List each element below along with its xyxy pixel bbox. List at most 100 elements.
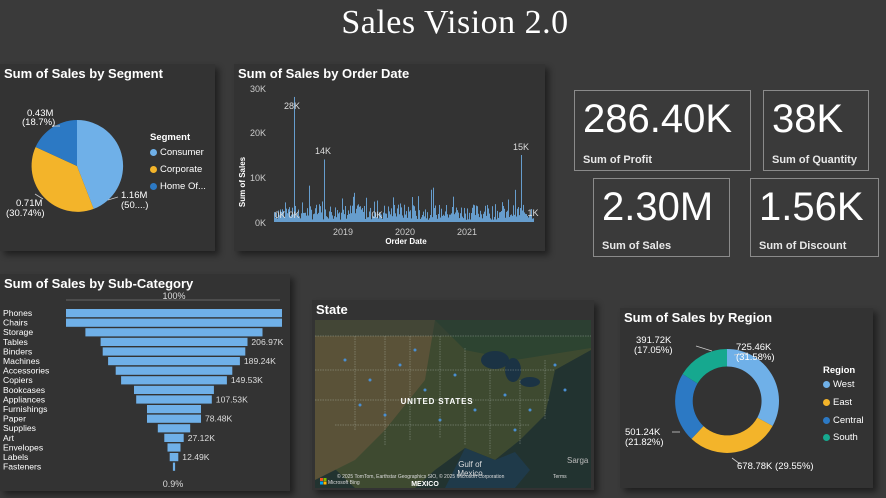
donut-slice-east [691,417,773,453]
legend-item-central[interactable]: Central [823,415,864,426]
region-label-east: 678.78K (29.55%) [737,461,814,472]
sales-column [494,216,495,222]
sales-column [411,218,412,222]
sales-column [423,211,424,222]
segment-card[interactable]: Sum of Sales by Segment 0.43M (18.7%) 0.… [0,64,215,251]
kpi-sales[interactable]: 2.30M Sum of Sales [593,178,730,257]
legend-item-west[interactable]: West [823,379,854,390]
funnel-category-label: Accessories [3,366,49,376]
sales-bars [274,96,534,222]
annotation-low2: 0K [288,210,299,220]
sales-column [481,214,482,222]
sales-column [328,218,329,222]
sales-column [516,216,517,222]
funnel-category-label: Tables [3,337,28,347]
sales-column [465,213,466,222]
dashboard-title: Sales Vision 2.0 [341,4,569,41]
funnel-value-label: 206.97K [251,337,283,347]
sales-column [350,205,351,222]
sales-column [313,214,314,222]
sales-column [466,219,467,222]
funnel-category-label: Paper [3,414,26,424]
annotation-peak3: 15K [513,142,529,152]
funnel-bar [164,433,184,442]
legend-item-consumer[interactable]: Consumer [150,147,204,158]
sales-column [488,208,489,222]
sales-column [323,219,324,222]
sales-column [351,213,352,222]
kpi-value: 286.40K [583,97,733,141]
legend-label: Home Of... [160,181,206,192]
funnel-value-label: 149.53K [231,375,263,385]
sales-column [314,213,315,222]
sales-column [426,218,427,222]
funnel-category-label: Storage [3,327,33,337]
sales-column [491,219,492,222]
legend-label: East [833,397,853,408]
sales-column [453,196,454,222]
sales-column [353,196,354,222]
sales-column [365,218,366,222]
sales-column [286,208,287,222]
sales-column [324,159,325,222]
sales-column [497,210,498,222]
sales-column [448,217,449,222]
sales-column [369,211,370,222]
funnel-top-label: 100% [162,291,185,301]
sales-column [301,213,302,222]
sales-column [409,211,410,222]
sales-column [470,219,471,222]
subcategory-card[interactable]: Sum of Sales by Sub-Category 100% 0.9% P… [0,274,290,491]
sales-column [338,213,339,222]
funnel-category-label: Supplies [3,423,36,433]
sales-column [434,208,435,222]
sales-column [337,210,338,222]
sales-column [478,213,479,222]
sales-column [405,214,406,222]
sales-column [319,204,320,222]
annotation-low1: 0K [274,210,285,220]
kpi-quantity[interactable]: 38K Sum of Quantity [763,90,869,171]
sales-column [400,203,401,222]
sales-column [485,205,486,222]
sales-column [325,209,326,222]
sales-column [361,209,362,222]
kpi-label: Sum of Profit [583,154,653,166]
sales-column [463,218,464,222]
sales-column [442,215,443,222]
legend-item-homeoffice[interactable]: Home Of... [150,181,206,192]
region-card[interactable]: Sum of Sales by Region 391.72K (17.05%) … [620,308,873,488]
sales-column [357,205,358,222]
sales-column [384,205,385,222]
annotation-low3: 0K [371,210,382,220]
sales-column [432,217,433,222]
legend-label: Corporate [160,164,203,175]
sales-column [307,208,308,222]
sales-column [302,202,303,222]
x-tick-2021: 2021 [457,227,477,237]
sales-column [519,215,520,222]
sales-column [321,212,322,222]
funnel-bar [108,357,240,366]
kpi-profit[interactable]: 286.40K Sum of Profit [574,90,751,171]
legend-item-south[interactable]: South [823,432,858,443]
sales-column [511,214,512,222]
sales-column [421,217,422,222]
map-copyright: © 2025 TomTom, Earthstar Geographics SIO… [337,473,505,480]
kpi-label: Sum of Discount [759,240,847,252]
sales-column [467,208,468,222]
funnel-bar [147,414,201,423]
sales-column [363,211,364,222]
sales-column [506,211,507,222]
legend-item-corporate[interactable]: Corporate [150,164,202,175]
legend-item-east[interactable]: East [823,397,852,408]
sales-column [305,212,306,222]
order-date-card[interactable]: Sum of Sales by Order Date Sum of Sales … [234,64,545,251]
sales-column [479,217,480,222]
kpi-discount[interactable]: 1.56K Sum of Discount [750,178,879,257]
sales-column [394,204,395,222]
sales-column [360,206,361,222]
sales-column [522,210,523,222]
state-map[interactable]: UNITED STATES MEXICO Gulf of Mexico Sarg… [315,320,591,488]
region-label-west-pct: (31.58%) [736,352,775,363]
